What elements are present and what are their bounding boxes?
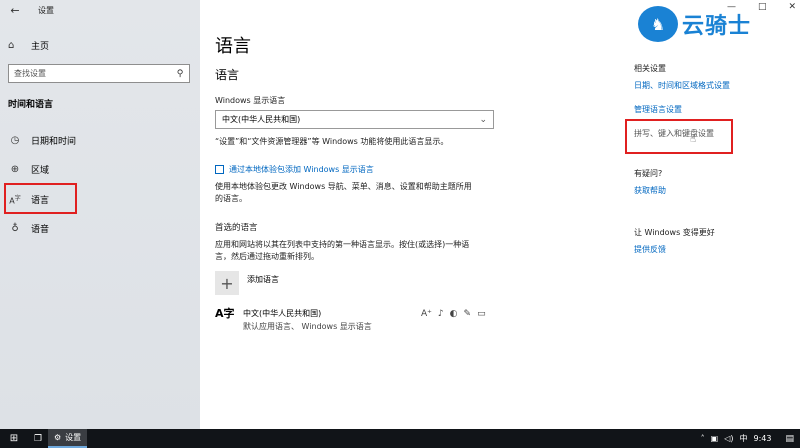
- title-bar: ← 设置: [0, 0, 54, 20]
- taskbar-settings-app[interactable]: ⚙ 设置: [48, 429, 88, 448]
- text-to-speech-icon: ♪: [437, 309, 444, 319]
- related-settings-heading: 相关设置: [634, 64, 666, 73]
- add-language-pack-label: 通过本地体验包添加 Windows 显示语言: [229, 165, 374, 174]
- highlight-box-keyboard-settings: [625, 119, 733, 154]
- chevron-down-icon: ⌄: [479, 114, 487, 125]
- search-box[interactable]: ⚲: [8, 64, 190, 83]
- plus-icon: +: [215, 271, 239, 295]
- ime-indicator[interactable]: 中: [740, 433, 748, 444]
- help-heading: 有疑问?: [634, 169, 663, 178]
- display-language-desc: “设置”和“文件资源管理器”等 Windows 功能将使用此语言显示。: [215, 137, 449, 146]
- sidebar-item-label: 区域: [31, 165, 50, 176]
- microphone-icon: ♁: [11, 222, 19, 234]
- sidebar-item-date-time[interactable]: ◷ 日期和时间: [8, 131, 188, 149]
- get-help-link[interactable]: 获取帮助: [634, 185, 666, 196]
- nav-home-label: 主页: [31, 41, 50, 52]
- network-icon[interactable]: ▣: [711, 434, 719, 443]
- taskbar-app-label: 设置: [65, 433, 82, 442]
- watermark-text: 云骑士: [682, 14, 752, 39]
- volume-icon[interactable]: ◁): [724, 434, 733, 443]
- clock-time[interactable]: 9:43: [754, 434, 772, 443]
- section-title: 时间和语言: [8, 100, 54, 110]
- display-capability-icon: A⁺: [421, 309, 432, 319]
- notification-icon[interactable]: ▤: [785, 434, 794, 444]
- display-language-label: Windows 显示语言: [215, 96, 286, 105]
- knight-logo-icon: ♞: [638, 6, 678, 42]
- nav-home[interactable]: ⌂ 主页: [8, 37, 49, 53]
- add-pack-desc-1: 使用本地体验包更改 Windows 导航、菜单、消息、设置和帮助主题所用: [215, 182, 472, 191]
- globe-icon: ⊕: [10, 163, 20, 175]
- language-glyph-icon: A字: [215, 307, 235, 320]
- speech-recognition-icon: ◐: [449, 309, 458, 319]
- sidebar-item-label: 语音: [31, 224, 50, 235]
- date-time-region-link[interactable]: 日期、时间和区域格式设置: [634, 80, 730, 91]
- taskbar: ⊞ ❐ ⚙ 设置 ˄ ▣ ◁) 中 9:43 ▤: [0, 429, 800, 448]
- highlight-box-language: [4, 183, 77, 214]
- display-language-dropdown[interactable]: 中文(中华人民共和国) ⌄: [215, 110, 494, 129]
- main-content: 语言 语言 Windows 显示语言 中文(中华人民共和国) ⌄ “设置”和“文…: [200, 0, 800, 429]
- language-list-item[interactable]: A字 中文(中华人民共和国) 默认应用语言、 Windows 显示语言: [215, 308, 372, 332]
- sidebar-item-speech[interactable]: ♁ 语音: [8, 219, 188, 237]
- keyboard-icon: ▭: [477, 309, 486, 319]
- preferred-desc-1: 应用和网站将以其在列表中支持的第一种语言显示。按住(或选择)一种语: [215, 240, 470, 249]
- language-desc: 默认应用语言、 Windows 显示语言: [243, 322, 372, 331]
- display-language-value: 中文(中华人民共和国): [222, 115, 301, 124]
- sidebar: ← 设置 ⌂ 主页 ⚲ 时间和语言 ◷ 日期和时间 ⊕ 区域 A字 语言 ♁ 语…: [0, 0, 200, 429]
- chevron-up-icon[interactable]: ˄: [701, 434, 705, 443]
- app-title: 设置: [38, 5, 54, 15]
- download-icon: [215, 165, 224, 174]
- feedback-heading: 让 Windows 变得更好: [634, 228, 715, 237]
- sidebar-item-region[interactable]: ⊕ 区域: [8, 160, 188, 178]
- watermark: ♞ 云骑士: [638, 6, 751, 42]
- maximize-button[interactable]: □: [758, 2, 767, 12]
- gear-icon: ⚙: [54, 433, 62, 442]
- search-icon[interactable]: ⚲: [171, 69, 189, 79]
- preferred-desc-2: 言，然后通过拖动重新排列。: [215, 252, 319, 261]
- preferred-languages-title: 首选的语言: [215, 223, 258, 233]
- clock-icon: ◷: [10, 134, 20, 146]
- language-name: 中文(中华人民共和国): [243, 309, 322, 318]
- home-icon: ⌂: [8, 39, 15, 51]
- system-tray: ˄ ▣ ◁) 中 9:43 ▤: [701, 433, 800, 444]
- language-capabilities: A⁺ ♪ ◐ ✎ ▭: [421, 309, 486, 319]
- page-title: 语言: [215, 36, 251, 57]
- manage-language-link[interactable]: 管理语言设置: [634, 104, 682, 115]
- handwriting-icon: ✎: [463, 309, 472, 319]
- add-language-button[interactable]: + 添加语言: [215, 271, 279, 295]
- feedback-link[interactable]: 提供反馈: [634, 244, 666, 255]
- add-language-pack-link[interactable]: 通过本地体验包添加 Windows 显示语言: [215, 164, 374, 175]
- back-arrow-icon[interactable]: ←: [8, 3, 22, 17]
- sub-title: 语言: [215, 68, 240, 82]
- task-view-icon[interactable]: ❐: [28, 434, 48, 444]
- close-button[interactable]: ✕: [788, 2, 796, 12]
- search-input[interactable]: [9, 69, 171, 78]
- add-language-label: 添加语言: [247, 274, 279, 284]
- sidebar-item-label: 日期和时间: [31, 136, 77, 147]
- add-pack-desc-2: 的语言。: [215, 194, 247, 203]
- windows-start-icon[interactable]: ⊞: [0, 433, 28, 444]
